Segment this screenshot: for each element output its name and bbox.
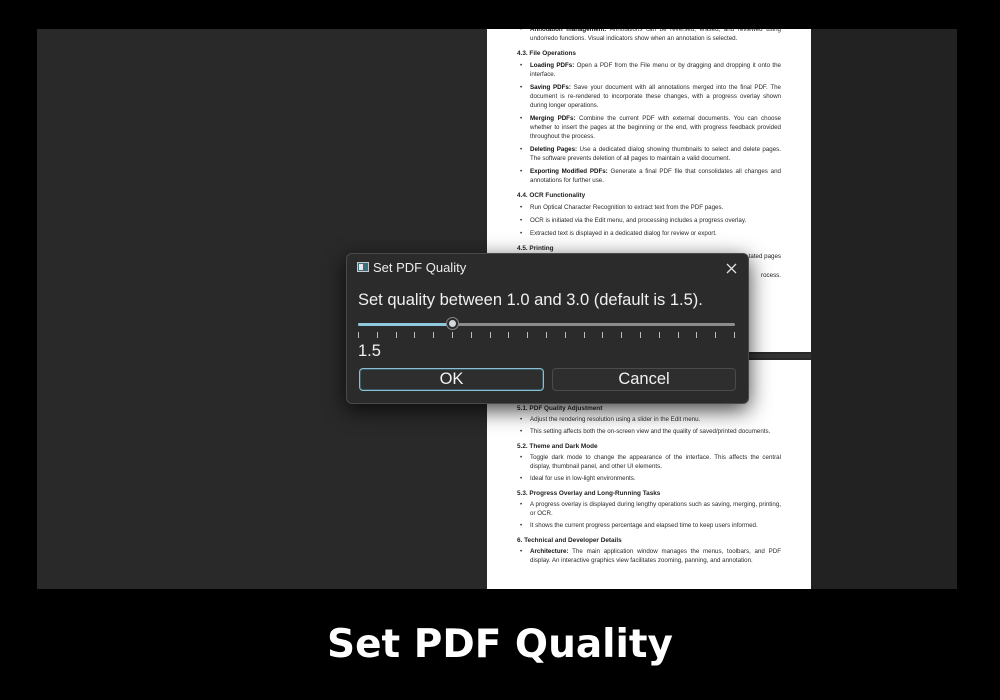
list-item: Loading PDFs: Open a PDF from the File m… xyxy=(517,61,781,79)
section-heading: 4.4. OCR Functionality xyxy=(517,192,586,199)
item-text: OCR is initiated via the Edit menu, and … xyxy=(530,217,747,224)
item-text: A progress overlay is displayed during l… xyxy=(530,501,781,517)
slider-tick xyxy=(640,332,641,338)
item-bold-label: Merging PDFs: xyxy=(530,115,576,122)
quality-value-label: 1.5 xyxy=(358,342,381,360)
slider-tick xyxy=(677,332,679,338)
section-heading: 4.3. File Operations xyxy=(517,50,576,57)
slider-tick xyxy=(602,332,604,338)
slider-tick xyxy=(658,332,660,338)
item-bold-label: Exporting Modified PDFs: xyxy=(530,168,608,175)
bullet-list: Toggle dark mode to change the appearanc… xyxy=(517,453,781,483)
viewer-background-strip xyxy=(811,29,957,589)
list-item: Architecture: The main application windo… xyxy=(517,547,781,565)
section-heading: 5.3. Progress Overlay and Long-Running T… xyxy=(517,490,661,497)
item-text: Toggle dark mode to change the appearanc… xyxy=(530,454,781,470)
item-text: Adjust the rendering resolution using a … xyxy=(530,416,701,423)
slider-tick xyxy=(452,332,453,338)
close-icon xyxy=(726,263,736,273)
item-text: This setting affects both the on-screen … xyxy=(530,428,771,435)
bullet-list: Run Optical Character Recognition to ext… xyxy=(517,203,781,238)
slider-tick xyxy=(621,332,623,338)
list-item: Saving PDFs: Save your document with all… xyxy=(517,83,781,110)
list-item: Merging PDFs: Combine the current PDF wi… xyxy=(517,114,781,141)
list-item: Ideal for use in low-light environments. xyxy=(517,474,781,483)
slider-tick xyxy=(583,332,585,338)
list-item: Deleting Pages: Use a dedicated dialog s… xyxy=(517,145,781,163)
item-text: Extracted text is displayed in a dedicat… xyxy=(530,230,717,237)
list-item: A progress overlay is displayed during l… xyxy=(517,500,781,518)
item-text: It shows the current progress percentage… xyxy=(530,522,758,529)
bullet-list: A progress overlay is displayed during l… xyxy=(517,500,781,530)
bullet-list: Annotation management: Annotations can b… xyxy=(517,29,781,43)
item-bold-label: Deleting Pages: xyxy=(530,146,578,153)
section-heading: 5.1. PDF Quality Adjustment xyxy=(517,405,603,412)
list-item: Exporting Modified PDFs: Generate a fina… xyxy=(517,167,781,185)
slider-tick xyxy=(358,332,359,338)
slider-tick xyxy=(433,332,435,338)
item-text: Run Optical Character Recognition to ext… xyxy=(530,204,724,211)
bullet-list: Architecture: The main application windo… xyxy=(517,547,781,565)
list-item: Run Optical Character Recognition to ext… xyxy=(517,203,781,212)
close-button[interactable] xyxy=(714,254,748,282)
list-item: Annotation management: Annotations can b… xyxy=(517,29,781,43)
item-bold-label: Saving PDFs: xyxy=(530,84,571,91)
set-pdf-quality-dialog: Set PDF Quality Set quality between 1.0 … xyxy=(346,253,749,404)
quality-prompt: Set quality between 1.0 and 3.0 (default… xyxy=(358,291,703,309)
item-bold-label: Architecture: xyxy=(530,548,569,555)
cancel-button[interactable]: Cancel xyxy=(552,368,736,391)
item-text: Ideal for use in low-light environments. xyxy=(530,475,636,482)
slider-tick xyxy=(414,332,416,338)
dialog-titlebar[interactable]: Set PDF Quality xyxy=(347,254,748,282)
list-item: Toggle dark mode to change the appearanc… xyxy=(517,453,781,471)
slider-tick xyxy=(696,332,698,338)
list-item: This setting affects both the on-screen … xyxy=(517,427,781,436)
slider-tick xyxy=(395,332,397,338)
section-heading: 5.2. Theme and Dark Mode xyxy=(517,443,598,450)
slider-tick xyxy=(564,332,566,338)
slider-tick xyxy=(508,332,510,338)
slider-tick xyxy=(470,332,472,338)
slider-fill xyxy=(358,323,453,326)
slider-tick xyxy=(527,332,529,338)
slider-tick xyxy=(715,332,717,338)
list-item: Adjust the rendering resolution using a … xyxy=(517,415,781,424)
slider-tick xyxy=(546,332,547,338)
item-bold-label: Annotation management: xyxy=(530,29,607,33)
section-heading: 4.5. Printing xyxy=(517,245,554,252)
bullet-list: Loading PDFs: Open a PDF from the File m… xyxy=(517,61,781,185)
item-text: The main application window manages the … xyxy=(530,548,781,564)
slider-tick xyxy=(376,332,378,338)
quality-slider[interactable] xyxy=(358,316,735,342)
section-heading: 6. Technical and Developer Details xyxy=(517,537,622,544)
slider-tick xyxy=(734,332,735,338)
caption-title: Set PDF Quality xyxy=(327,622,673,667)
slider-ticks xyxy=(358,332,735,340)
dialog-title: Set PDF Quality xyxy=(373,260,467,275)
list-item: It shows the current progress percentage… xyxy=(517,521,781,530)
bullet-list: Adjust the rendering resolution using a … xyxy=(517,415,781,436)
app-icon xyxy=(357,262,369,272)
slider-tick xyxy=(489,332,491,338)
ok-button[interactable]: OK xyxy=(359,368,544,391)
item-bold-label: Loading PDFs: xyxy=(530,62,575,69)
slider-thumb[interactable] xyxy=(446,318,458,329)
list-item: Extracted text is displayed in a dedicat… xyxy=(517,229,781,238)
list-item: OCR is initiated via the Edit menu, and … xyxy=(517,216,781,225)
